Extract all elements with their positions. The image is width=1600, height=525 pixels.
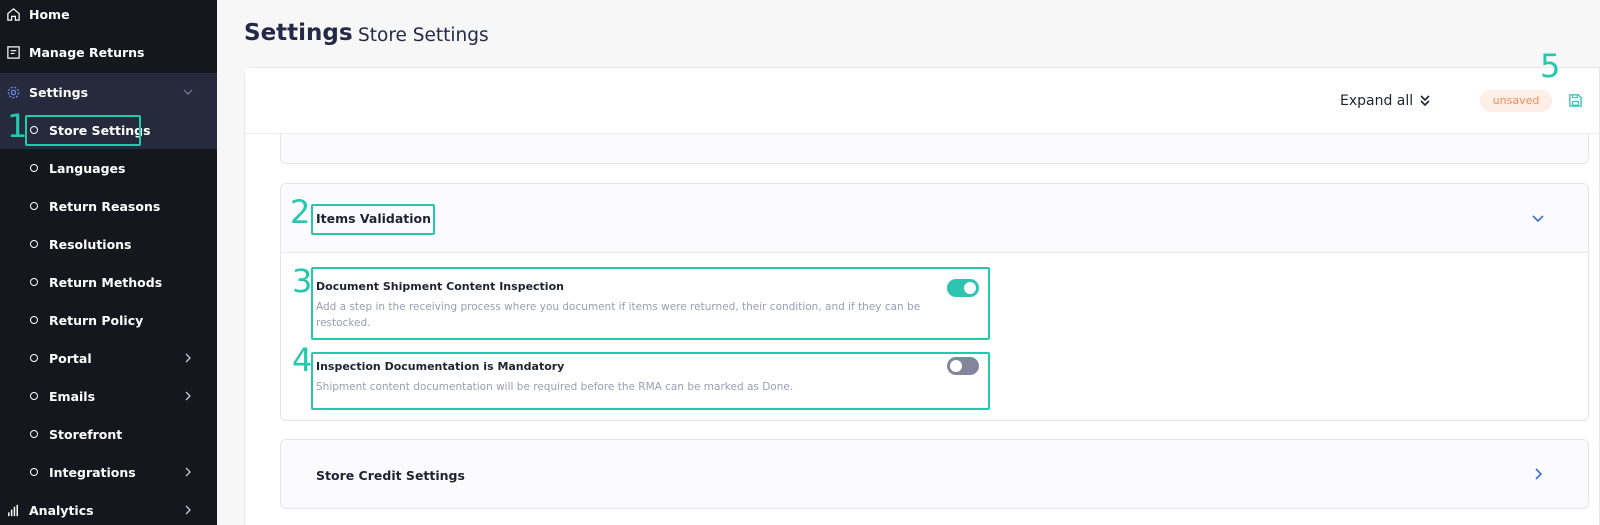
bullet-icon [30, 240, 38, 248]
sidebar-item-integrations[interactable]: Integrations [0, 453, 217, 491]
sidebar: Home Manage Returns Settings Store Setti… [0, 0, 217, 525]
chevron-right-icon [185, 391, 191, 401]
sidebar-item-label: Return Policy [49, 312, 144, 328]
bullet-icon [30, 468, 38, 476]
sidebar-item-label: Emails [49, 388, 96, 404]
toggle-knob [950, 360, 962, 372]
sidebar-item-store-settings[interactable]: Store Settings [0, 111, 217, 149]
home-icon [7, 8, 20, 21]
annotation-number-4: 4 [292, 341, 313, 379]
sidebar-item-storefront[interactable]: Storefront [0, 415, 217, 453]
sidebar-item-label: Analytics [29, 502, 94, 518]
sidebar-item-resolutions[interactable]: Resolutions [0, 225, 217, 263]
sidebar-item-label: Return Reasons [49, 198, 161, 214]
sidebar-item-label: Storefront [49, 426, 123, 442]
section-title-store-credit[interactable]: Store Credit Settings [316, 468, 465, 483]
sidebar-item-return-policy[interactable]: Return Policy [0, 301, 217, 339]
sidebar-item-languages[interactable]: Languages [0, 149, 217, 187]
annotation-number-5: 5 [1540, 47, 1561, 85]
setting-desc-document-inspection-line1: Add a step in the receiving process wher… [316, 301, 921, 313]
bullet-icon [30, 316, 38, 324]
bullet-icon [30, 202, 38, 210]
sidebar-item-label: Return Methods [49, 274, 163, 290]
sidebar-item-settings[interactable]: Settings [0, 73, 217, 111]
toggle-knob [964, 282, 976, 294]
breadcrumb-separator: • [345, 29, 354, 47]
annotation-number-3: 3 [292, 262, 313, 300]
save-icon[interactable] [1568, 93, 1583, 108]
chevron-right-icon[interactable] [1530, 466, 1546, 482]
sidebar-item-return-methods[interactable]: Return Methods [0, 263, 217, 301]
sidebar-item-emails[interactable]: Emails [0, 377, 217, 415]
setting-title-inspection-mandatory: Inspection Documentation is Mandatory [316, 360, 565, 373]
analytics-icon [8, 504, 18, 517]
sidebar-item-manage-returns[interactable]: Manage Returns [0, 33, 217, 71]
sidebar-item-label: Resolutions [49, 236, 132, 252]
sidebar-item-label: Settings [29, 84, 89, 100]
returns-icon [7, 46, 20, 59]
bullet-icon [30, 278, 38, 286]
sidebar-item-home[interactable]: Home [0, 0, 217, 33]
section-title-items-validation[interactable]: Items Validation [316, 211, 431, 226]
sidebar-item-portal[interactable]: Portal [0, 339, 217, 377]
chevron-down-icon[interactable] [1530, 210, 1546, 226]
expand-all-button[interactable]: Expand all [1340, 93, 1413, 109]
bullet-icon [30, 164, 38, 172]
sidebar-item-label: Integrations [49, 464, 136, 480]
bullet-icon [30, 392, 38, 400]
page-title: Settings [244, 20, 353, 46]
setting-desc-document-inspection-line2: restocked. [316, 317, 371, 329]
sidebar-item-analytics[interactable]: Analytics [0, 491, 217, 525]
chevron-down-icon [183, 89, 193, 95]
sidebar-item-label: Languages [49, 160, 126, 176]
annotation-number-1: 1 [7, 107, 28, 145]
bullet-icon [30, 126, 38, 134]
bullet-icon [30, 354, 38, 362]
chevron-right-icon [185, 505, 191, 515]
store-credit-card[interactable] [280, 439, 1589, 509]
page-subtitle: Store Settings [358, 25, 489, 46]
double-chevron-down-icon[interactable] [1418, 94, 1432, 108]
chevron-right-icon [185, 467, 191, 477]
items-validation-header[interactable] [281, 184, 1588, 253]
annotation-number-2: 2 [290, 193, 311, 231]
sidebar-item-label: Portal [49, 350, 92, 366]
sidebar-item-label: Store Settings [49, 122, 151, 138]
sidebar-item-label: Home [29, 6, 70, 22]
setting-desc-inspection-mandatory: Shipment content documentation will be r… [316, 381, 794, 393]
setting-title-document-inspection: Document Shipment Content Inspection [316, 280, 564, 293]
bullet-icon [30, 430, 38, 438]
sidebar-item-label: Manage Returns [29, 44, 145, 60]
sidebar-item-return-reasons[interactable]: Return Reasons [0, 187, 217, 225]
gear-icon [7, 86, 20, 99]
document-inspection-toggle[interactable] [947, 279, 979, 297]
chevron-right-icon [185, 353, 191, 363]
inspection-mandatory-toggle[interactable] [947, 357, 979, 375]
status-badge: unsaved [1480, 90, 1552, 112]
